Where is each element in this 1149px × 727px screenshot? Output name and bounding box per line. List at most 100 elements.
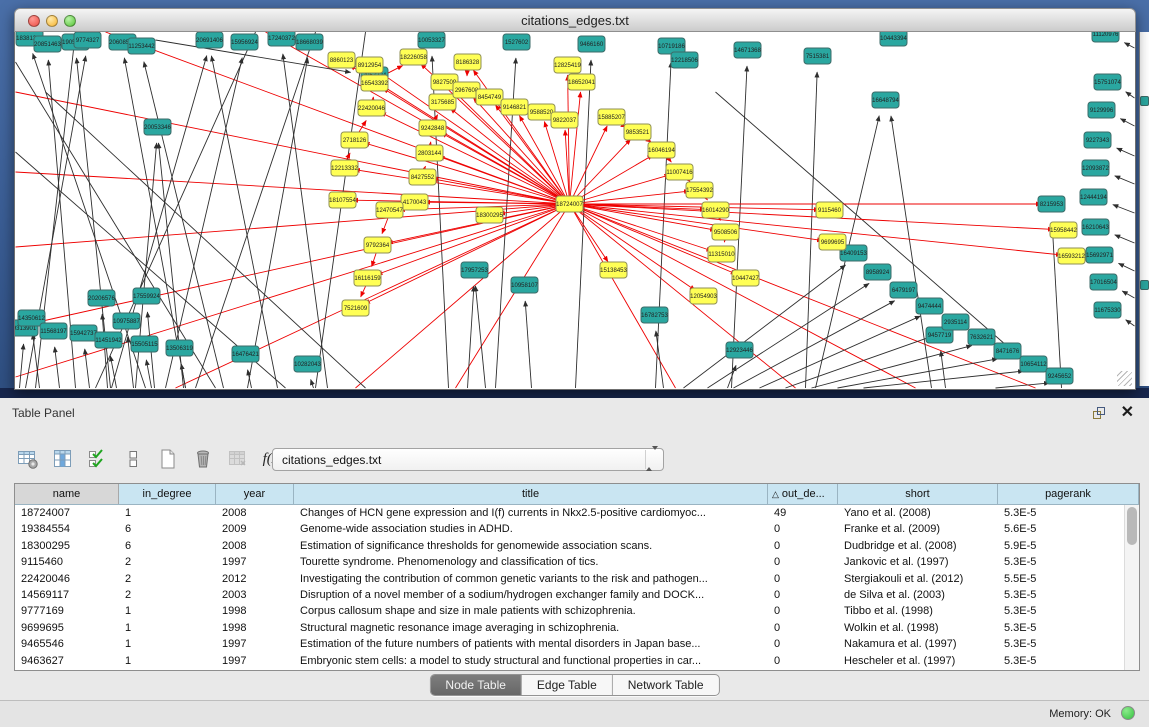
graph-edge[interactable]: [570, 204, 608, 262]
graph-node[interactable]: 9115460: [816, 202, 843, 218]
table-cell[interactable]: 0: [768, 571, 838, 587]
graph-edge[interactable]: [1052, 222, 1061, 388]
graph-node[interactable]: 2803144: [416, 145, 443, 161]
table-cell[interactable]: Corpus callosum shape and size in male p…: [294, 603, 768, 619]
table-cell[interactable]: Estimation of the future numbers of pati…: [294, 636, 768, 652]
graph-edge[interactable]: [1120, 119, 1134, 126]
delete-column-icon[interactable]: [191, 447, 215, 471]
graph-node[interactable]: 12470547: [376, 202, 404, 218]
graph-node[interactable]: 11315010: [708, 246, 735, 262]
column-header-title[interactable]: title: [294, 484, 768, 504]
table-cell[interactable]: 0: [768, 603, 838, 619]
table-cell[interactable]: Franke et al. (2009): [838, 521, 998, 537]
table-cell[interactable]: 5.3E-5: [998, 587, 1139, 603]
graph-node[interactable]: 9699695: [819, 234, 846, 250]
table-cell[interactable]: Tourette syndrome. Phenomenology and cla…: [294, 554, 768, 570]
graph-node[interactable]: 8958924: [864, 264, 891, 280]
graph-node[interactable]: 1527602: [503, 34, 530, 50]
table-cell[interactable]: 2012: [216, 571, 294, 587]
graph-node[interactable]: 16210643: [1082, 219, 1110, 235]
graph-node[interactable]: 18668039: [296, 34, 324, 50]
graph-edge[interactable]: [716, 92, 1026, 362]
table-cell[interactable]: 2008: [216, 505, 294, 521]
tab-network-table[interactable]: Network Table: [613, 675, 719, 695]
table-cell[interactable]: de Silva et al. (2003): [838, 587, 998, 603]
graph-edge[interactable]: [380, 112, 569, 204]
graph-edge[interactable]: [283, 54, 328, 388]
graph-node[interactable]: 16046194: [648, 142, 676, 158]
graph-node[interactable]: 8860123: [328, 52, 355, 68]
graph-edge[interactable]: [570, 204, 1036, 388]
graph-node[interactable]: 20206576: [88, 290, 116, 306]
graph-node[interactable]: 18724007: [556, 196, 584, 212]
table-cell[interactable]: Embryonic stem cells: a model to study s…: [294, 653, 768, 669]
table-cell[interactable]: 2008: [216, 538, 294, 554]
graph-node[interactable]: 12054903: [690, 288, 718, 304]
graph-edge[interactable]: [1124, 43, 1134, 48]
graph-edge[interactable]: [248, 58, 308, 388]
table-cell[interactable]: 0: [768, 554, 838, 570]
table-cell[interactable]: 5.5E-5: [998, 571, 1139, 587]
table-cell[interactable]: Estimation of significance thresholds fo…: [294, 538, 768, 554]
table-cell[interactable]: 0: [768, 521, 838, 537]
table-row[interactable]: 1830029562008Estimation of significance …: [15, 538, 1139, 554]
graph-node[interactable]: 20691406: [196, 32, 224, 48]
resize-grip[interactable]: [1117, 371, 1132, 386]
graph-edge[interactable]: [734, 301, 895, 388]
graph-edge[interactable]: [570, 126, 608, 204]
table-cell[interactable]: Dudbridge et al. (2008): [838, 538, 998, 554]
tab-node-table[interactable]: Node Table: [430, 675, 522, 695]
graph-node[interactable]: 15751074: [1094, 74, 1122, 90]
graph-node[interactable]: 9129996: [1088, 102, 1115, 118]
table-cell[interactable]: 1997: [216, 636, 294, 652]
table-cell[interactable]: 2003: [216, 587, 294, 603]
graph-node[interactable]: 17554392: [686, 182, 714, 198]
graph-edge[interactable]: [656, 62, 672, 388]
table-cell[interactable]: 9777169: [15, 603, 119, 619]
table-cell[interactable]: 9699695: [15, 620, 119, 636]
graph-node[interactable]: 15885207: [598, 109, 626, 125]
table-cell[interactable]: 0: [768, 620, 838, 636]
table-cell[interactable]: 22420046: [15, 571, 119, 587]
table-cell[interactable]: 1: [119, 636, 216, 652]
table-cell[interactable]: 1998: [216, 603, 294, 619]
graph-node[interactable]: 8454749: [476, 89, 503, 105]
memory-status-icon[interactable]: [1121, 706, 1135, 720]
table-row[interactable]: 911546021997Tourette syndrome. Phenomeno…: [15, 554, 1139, 570]
table-cell[interactable]: 0: [768, 538, 838, 554]
table-cell[interactable]: 5.3E-5: [998, 620, 1139, 636]
graph-edge[interactable]: [1113, 205, 1135, 213]
graph-node[interactable]: 10282043: [294, 356, 322, 372]
close-panel-icon[interactable]: ✕: [1121, 402, 1134, 422]
table-cell[interactable]: 0: [768, 636, 838, 652]
table-cell[interactable]: Yano et al. (2008): [838, 505, 998, 521]
graph-edge[interactable]: [891, 116, 932, 388]
table-cell[interactable]: Investigating the contribution of common…: [294, 571, 768, 587]
graph-node[interactable]: 10053327: [418, 32, 446, 48]
table-cell[interactable]: 1: [119, 603, 216, 619]
graph-node[interactable]: 4170043: [401, 194, 428, 210]
table-cell[interactable]: 2: [119, 571, 216, 587]
table-selector-dropdown[interactable]: citations_edges.txt: [272, 448, 664, 471]
table-cell[interactable]: Nakamura et al. (1997): [838, 636, 998, 652]
graph-node[interactable]: 10654112: [1020, 356, 1047, 372]
graph-node[interactable]: 11675330: [1094, 302, 1121, 318]
table-cell[interactable]: 2: [119, 554, 216, 570]
table-cell[interactable]: 1997: [216, 554, 294, 570]
table-cell[interactable]: Wolkin et al. (1998): [838, 620, 998, 636]
graph-node[interactable]: 13506319: [166, 340, 194, 356]
graph-node[interactable]: 8215953: [1038, 196, 1065, 212]
table-cell[interactable]: Hescheler et al. (1997): [838, 653, 998, 669]
graph-node[interactable]: 12213332: [331, 160, 359, 176]
graph-edge[interactable]: [1117, 148, 1135, 156]
graph-node[interactable]: 15958442: [1050, 222, 1078, 238]
graph-edge[interactable]: [110, 356, 116, 388]
graph-node[interactable]: 8912954: [356, 57, 383, 73]
graph-edge[interactable]: [1122, 291, 1134, 298]
table-cell[interactable]: 9465546: [15, 636, 119, 652]
graph-node[interactable]: 8471676: [994, 343, 1021, 359]
graph-node[interactable]: 14671368: [734, 42, 762, 58]
select-column-icon[interactable]: [51, 447, 75, 471]
graph-node[interactable]: 9146821: [501, 99, 528, 115]
graph-node[interactable]: 12923446: [726, 342, 754, 358]
